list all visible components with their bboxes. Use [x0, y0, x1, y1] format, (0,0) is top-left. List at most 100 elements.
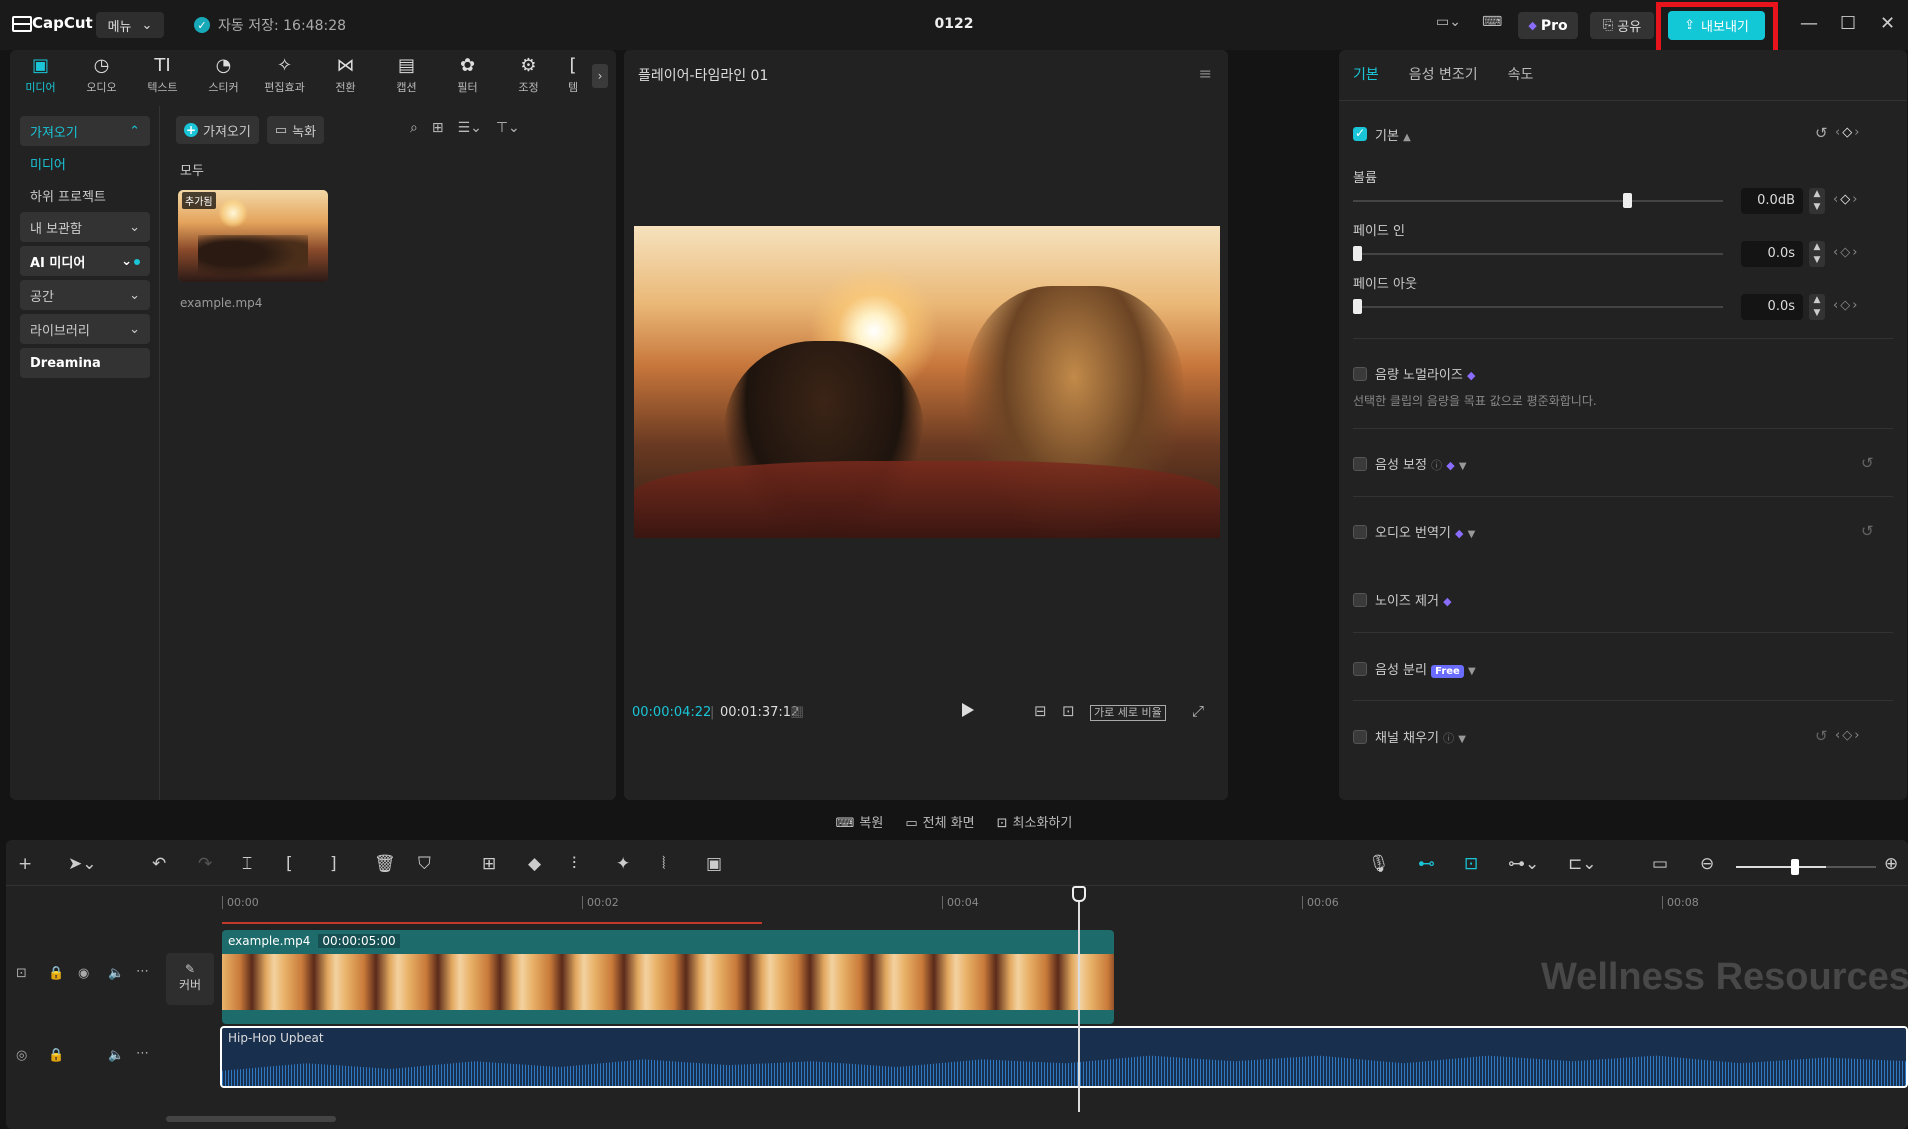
image-edit-icon[interactable]: ▣ [706, 854, 722, 874]
audio-clip[interactable]: Hip-Hop Upbeat [220, 1026, 1908, 1088]
lock-icon[interactable]: 🔒 [48, 966, 64, 981]
fade-out-slider[interactable] [1353, 306, 1723, 308]
keyframe-nav-icon[interactable]: ‹◇› [1833, 298, 1859, 313]
sidebar-item-ai-media[interactable]: AI 미디어 ⌄ [20, 246, 150, 276]
record-button[interactable]: ▭ 녹화 [266, 116, 325, 144]
fullscreen-button[interactable]: ▭ 전체 화면 [905, 812, 974, 836]
tab-effects[interactable]: ✧ 편집효과 [254, 50, 315, 100]
audio-translate-checkbox[interactable] [1353, 525, 1367, 539]
preview-axis-icon[interactable]: ⊏⌄ [1568, 854, 1597, 874]
undo-icon[interactable]: ↶ [152, 854, 166, 874]
tab-basic[interactable]: 기본 [1353, 64, 1379, 84]
hamburger-menu-icon[interactable]: ≡ [1199, 64, 1212, 83]
link-icon[interactable]: ⊶⌄ [1508, 854, 1539, 874]
chevron-down-icon[interactable]: ▼ [1458, 734, 1466, 745]
timeline-scrollbar[interactable] [166, 1116, 336, 1122]
sidebar-item-my-library[interactable]: 내 보관함 ⌄ [20, 212, 150, 242]
tab-filter[interactable]: ✿ 필터 [437, 50, 498, 100]
tab-text[interactable]: TI 텍스트 [132, 50, 193, 100]
sort-icon[interactable]: ☰⌄ [458, 120, 482, 136]
filter-all-label[interactable]: 모두 [180, 160, 204, 179]
keyboard-shortcut-icon[interactable]: ⌨ [1482, 14, 1502, 30]
export-button[interactable]: ⇪ 내보내기 [1668, 11, 1765, 40]
filter-icon[interactable]: ⊤⌄ [496, 120, 520, 136]
fade-in-slider[interactable] [1353, 253, 1723, 255]
tab-media[interactable]: ▣ 미디어 [10, 50, 71, 100]
volume-stepper[interactable]: ▲ ▼ [1809, 188, 1825, 214]
tab-speed[interactable]: 속도 [1508, 64, 1534, 84]
playhead-line[interactable] [1078, 890, 1080, 1112]
tab-transition[interactable]: ⋈ 전환 [315, 50, 376, 100]
search-icon[interactable]: ⌕ [410, 120, 418, 136]
keyframe-nav-icon[interactable]: ‹◇› [1835, 125, 1861, 140]
sidebar-item-media[interactable]: 미디어 [20, 148, 150, 178]
zoom-out-icon[interactable]: ⊖ [1700, 854, 1714, 874]
eye-icon[interactable]: ◉ [78, 966, 89, 981]
grid-view-icon[interactable]: ⊞ [432, 120, 444, 136]
select-cursor-icon[interactable]: ➤⌄ [68, 854, 97, 874]
pro-button[interactable]: ◆ Pro [1518, 12, 1578, 39]
chevron-down-icon[interactable]: ▼ [1468, 529, 1476, 540]
close-window-icon[interactable]: ✕ [1880, 13, 1895, 34]
magic-wand-icon[interactable]: ✦ [616, 854, 630, 874]
menu-button[interactable]: 메뉴 ⌄ [96, 12, 164, 38]
speaker-icon[interactable]: 🔈 [108, 966, 124, 981]
tab-audio[interactable]: ◷ 오디오 [71, 50, 132, 100]
split-icon[interactable]: ⌶ [242, 854, 252, 874]
delete-icon[interactable]: 🗑 [374, 854, 396, 874]
cover-button[interactable]: ✎ 커버 [166, 953, 214, 1005]
share-button[interactable]: ⎘ 공유 [1590, 12, 1654, 39]
zoom-in-icon[interactable]: ⊕ [1884, 854, 1898, 874]
minimize-button[interactable]: ⊡ 최소화하기 [997, 812, 1073, 836]
magnet-link-icon[interactable]: ⊷ [1418, 854, 1435, 874]
video-preview[interactable] [634, 226, 1220, 538]
restore-button[interactable]: ⌨ 복원 [836, 812, 884, 836]
track-cover-icon[interactable]: ⊡ [16, 966, 27, 981]
zoom-slider[interactable] [1736, 866, 1826, 868]
tag-icon[interactable]: ◆ [528, 854, 541, 874]
fade-in-value[interactable]: 0.0s [1741, 241, 1803, 267]
basic-checkbox[interactable] [1353, 126, 1367, 141]
sidebar-item-space[interactable]: 공간 ⌄ [20, 280, 150, 310]
fade-out-value[interactable]: 0.0s [1741, 294, 1803, 320]
voice-enhance-checkbox[interactable] [1353, 457, 1367, 471]
fullscreen-icon[interactable]: ⤢ [1192, 702, 1204, 720]
fade-out-stepper[interactable]: ▲ ▼ [1809, 294, 1825, 320]
fade-out-slider-knob[interactable] [1353, 299, 1362, 314]
volume-slider-knob[interactable] [1622, 193, 1632, 208]
zoom-slider-knob[interactable] [1791, 859, 1799, 875]
tab-voice-changer[interactable]: 음성 변조기 [1409, 64, 1478, 84]
sidebar-item-library[interactable]: 라이브러리 ⌄ [20, 314, 150, 344]
vocal-separation-checkbox[interactable] [1353, 662, 1367, 676]
import-button[interactable]: + 가져오기 [176, 116, 259, 144]
keyframe-nav-icon[interactable]: ‹◇› [1835, 728, 1861, 743]
time-ruler[interactable]: 00:00 00:02 00:04 00:06 00:08 [222, 886, 1902, 914]
sidebar-item-dreamina[interactable]: Dreamina [20, 348, 150, 378]
split-right-icon[interactable]: ] [330, 854, 337, 874]
tab-template[interactable]: [템 [559, 50, 587, 100]
help-icon[interactable]: ⓘ [1443, 732, 1454, 745]
microphone-icon[interactable]: 🎙 [1368, 854, 1390, 874]
more-icon[interactable]: ⋯ [136, 964, 149, 979]
monitor-icon[interactable]: ▭ [1652, 854, 1668, 874]
fade-in-slider-knob[interactable] [1353, 246, 1362, 261]
chevron-down-icon[interactable]: ▼ [1459, 461, 1467, 472]
keyframe-nav-icon[interactable]: ‹◇› [1833, 192, 1859, 207]
aspect-ratio-button[interactable]: 가로 세로 비율 [1090, 705, 1166, 721]
equalizer-icon[interactable]: ⫶ [572, 854, 576, 874]
waveform-grid-icon[interactable]: ▦ [790, 702, 804, 720]
chevron-down-icon[interactable]: ▼ [1468, 666, 1476, 677]
chevron-right-icon[interactable]: › [592, 64, 608, 88]
shield-icon[interactable]: ⛉ [418, 854, 431, 874]
keyframe-nav-icon[interactable]: ‹◇› [1833, 245, 1859, 260]
audio-waveform-icon[interactable]: ⦚ [662, 854, 666, 874]
tab-sticker[interactable]: ◔ 스티커 [193, 50, 254, 100]
layout-icon[interactable]: ▭⌄ [1436, 14, 1461, 30]
media-clip-thumbnail[interactable]: 추가됨 [178, 190, 328, 282]
video-clip[interactable]: example.mp4 00:00:05:00 [222, 930, 1114, 1024]
sidebar-item-subproject[interactable]: 하위 프로젝트 [20, 180, 150, 210]
noise-reduction-checkbox[interactable] [1353, 593, 1367, 607]
channel-fill-checkbox[interactable] [1353, 730, 1367, 744]
tab-caption[interactable]: ▤ 캡션 [376, 50, 437, 100]
normalize-checkbox[interactable] [1353, 367, 1367, 381]
